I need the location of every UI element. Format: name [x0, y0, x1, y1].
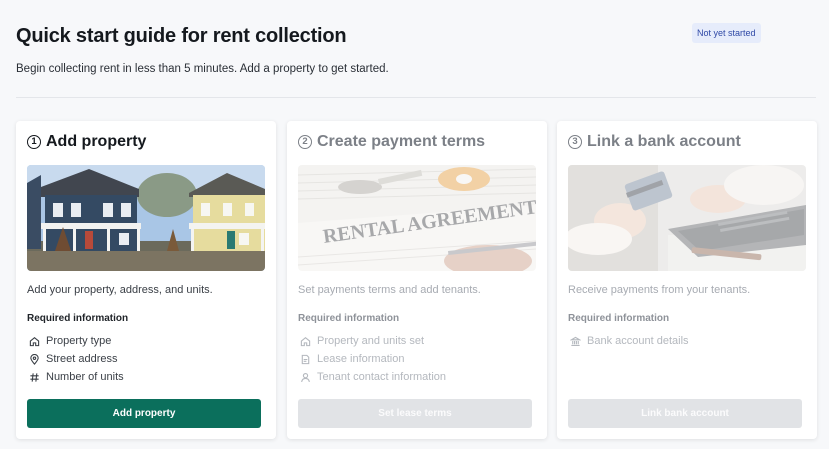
list-item: Tenant contact information	[298, 368, 446, 386]
steps-container: 1 Add property Add your property, addres…	[16, 121, 829, 449]
required-info-list: Property and units set Lease information…	[298, 332, 446, 386]
step-title-text: Create payment terms	[317, 133, 486, 150]
link-bank-account-button[interactable]: Link bank account	[568, 399, 802, 428]
required-item-label: Bank account details	[587, 335, 689, 347]
required-info-heading: Required information	[568, 313, 670, 324]
required-item-label: Lease information	[317, 353, 405, 365]
list-item: Property and units set	[298, 332, 446, 350]
list-item: Lease information	[298, 350, 446, 368]
required-item-label: Street address	[46, 353, 118, 365]
home-icon	[298, 334, 312, 348]
hash-icon	[27, 370, 41, 384]
step-description: Add your property, address, and units.	[27, 284, 213, 296]
step-title: 1 Add property	[27, 133, 146, 151]
step-title-text: Add property	[46, 133, 147, 150]
add-property-button[interactable]: Add property	[27, 399, 261, 428]
required-item-label: Property type	[46, 335, 112, 347]
step-description: Receive payments from your tenants.	[568, 284, 751, 296]
step-card-create-payment-terms: 2 Create payment terms RENTAL AGREEMENT	[287, 121, 547, 439]
required-info-heading: Required information	[27, 313, 129, 324]
step-card-add-property: 1 Add property Add your property, addres…	[16, 121, 276, 439]
required-item-label: Property and units set	[317, 335, 425, 347]
required-info-heading: Required information	[298, 313, 400, 324]
set-lease-terms-button[interactable]: Set lease terms	[298, 399, 532, 428]
document-icon	[298, 352, 312, 366]
required-info-list: Bank account details	[568, 332, 689, 350]
user-icon	[298, 370, 312, 384]
home-icon	[27, 334, 41, 348]
list-item: Bank account details	[568, 332, 689, 350]
header-divider	[16, 97, 816, 98]
step-number: 1	[27, 135, 41, 149]
bank-icon	[568, 334, 582, 348]
houses-photo	[27, 165, 265, 271]
page-subtitle: Begin collecting rent in less than 5 min…	[16, 63, 389, 75]
rental-agreement-photo: RENTAL AGREEMENT	[298, 165, 536, 271]
required-item-label: Number of units	[46, 371, 124, 383]
map-pin-icon	[27, 352, 41, 366]
required-info-list: Property type Street address Number of u…	[27, 332, 124, 386]
list-item: Property type	[27, 332, 124, 350]
step-title: 3 Link a bank account	[568, 133, 741, 151]
step-number: 2	[298, 135, 312, 149]
list-item: Number of units	[27, 368, 124, 386]
required-item-label: Tenant contact information	[317, 371, 447, 383]
list-item: Street address	[27, 350, 124, 368]
step-description: Set payments terms and add tenants.	[298, 284, 481, 296]
step-title: 2 Create payment terms	[298, 133, 485, 151]
step-card-link-bank-account: 3 Link a bank account Receive payments f…	[557, 121, 817, 439]
step-number: 3	[568, 135, 582, 149]
bank-card-laptop-photo	[568, 165, 806, 271]
status-badge: Not yet started	[692, 23, 761, 43]
step-title-text: Link a bank account	[587, 133, 741, 150]
